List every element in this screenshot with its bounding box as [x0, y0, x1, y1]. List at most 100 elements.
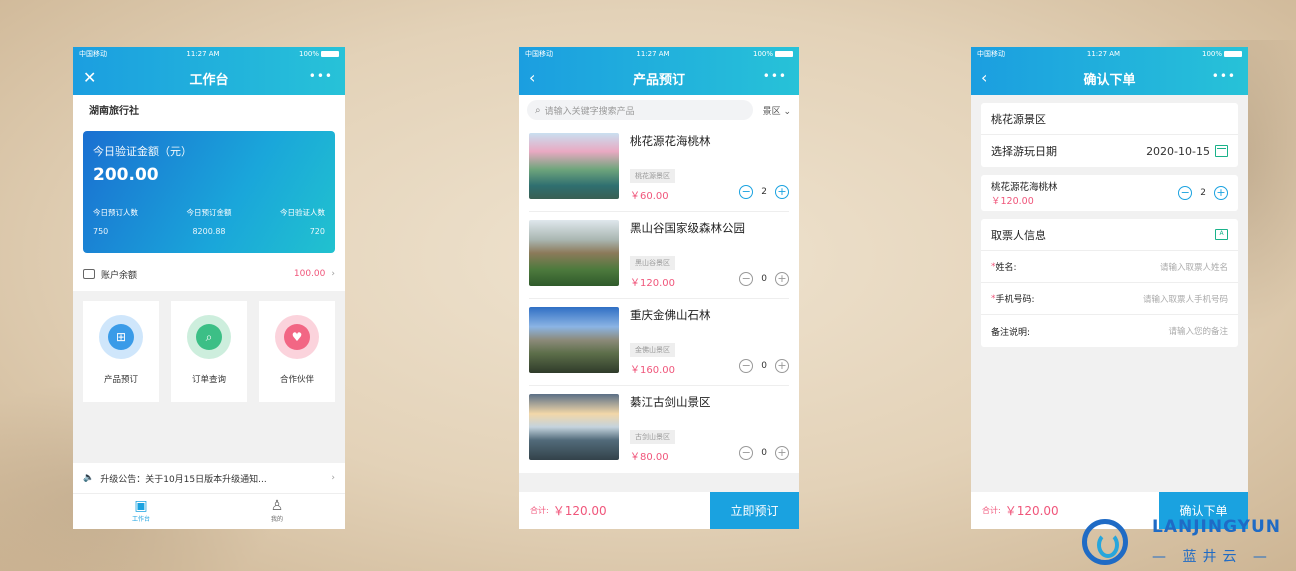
battery-label: 100% — [1201, 50, 1222, 58]
field-placeholder: 请输入取票人姓名 — [1159, 262, 1228, 273]
chevron-right-icon: › — [331, 269, 335, 279]
product-tag: 桃花源景区 — [630, 169, 675, 183]
battery-label: 100% — [298, 50, 319, 58]
ticket-name: 桃花源花海桃林 — [991, 182, 1058, 193]
product-tag: 古剑山景区 — [630, 430, 675, 444]
checkout-bar: 合计: ￥120.00 立即预订 — [519, 492, 799, 529]
product-booking-screen: 中国移动 11:27 AM 100% ‹ 产品预订 ••• ⌕ 请输入关键字搜索… — [519, 47, 799, 529]
stat-label: 今日预订金额 — [186, 208, 232, 217]
plus-button[interactable]: + — [775, 272, 789, 286]
time-label: 11:27 AM — [1086, 50, 1121, 58]
tile-partner[interactable]: ♥ 合作伙伴 — [259, 301, 335, 402]
product-name: 黑山谷国家级森林公园 — [630, 221, 745, 235]
minus-button[interactable]: − — [739, 272, 754, 286]
product-price: ￥160.00 — [630, 365, 675, 376]
product-price: ￥120.00 — [630, 278, 675, 289]
notice-bar[interactable]: 🔈 升级公告：关于10月15日版本升级通知... › — [73, 463, 345, 493]
stat-item: 今日验证人数 720 — [248, 207, 325, 236]
more-icon[interactable]: ••• — [763, 69, 787, 83]
contact-form: 取票人信息 A * 姓名: 请输入取票人姓名 * 手机号码: 请输入取票人手机号码 … — [981, 219, 1238, 347]
search-input[interactable]: ⌕ 请输入关键字搜索产品 — [527, 100, 753, 120]
scenic-name: 桃花源景区 — [981, 103, 1238, 135]
plus-button[interactable]: + — [1214, 186, 1228, 200]
product-price: ￥80.00 — [630, 452, 669, 463]
chevron-down-icon: ⌄ — [780, 106, 791, 117]
stats-card: 今日验证金额（元） 200.00 今日预订人数 750 今日预订金额 8200.… — [83, 131, 335, 253]
tab-workbench[interactable]: ▣ 工作台 — [73, 494, 209, 529]
partner-icon: ♥ — [275, 315, 319, 359]
stat-value: 750 — [93, 227, 109, 236]
quantity-value: 2 — [761, 187, 767, 197]
plus-button[interactable]: + — [775, 185, 789, 199]
more-icon[interactable]: ••• — [309, 69, 333, 83]
minus-button[interactable]: − — [739, 185, 754, 199]
field-label: 姓名: — [995, 263, 1017, 273]
brand-logo: LANJINGYUN — 蓝井云 — — [1076, 517, 1296, 571]
tile-label: 产品预订 — [103, 375, 138, 385]
page-title: 确认下单 — [1083, 72, 1136, 88]
tile-order-query[interactable]: ⌕ 订单查询 — [171, 301, 247, 402]
field-label: 备注说明: — [991, 327, 1031, 338]
back-icon[interactable]: ‹ — [981, 68, 987, 87]
product-image — [529, 133, 619, 199]
total-label: 合计: — [982, 506, 1001, 515]
wallet-icon — [83, 269, 95, 279]
date-label: 选择游玩日期 — [991, 145, 1057, 158]
plus-button[interactable]: + — [775, 446, 789, 460]
scenic-filter[interactable]: 景区 ⌄ — [763, 104, 791, 117]
tile-product-booking[interactable]: ⊞ 产品预订 — [83, 301, 159, 402]
carrier-label: 中国移动 — [79, 50, 107, 58]
balance-label: 账户余额 — [101, 270, 138, 281]
back-icon[interactable]: ‹ — [529, 68, 535, 87]
id-card-icon[interactable]: A — [1215, 229, 1228, 240]
stats-card-wrap: 今日验证金额（元） 200.00 今日预订人数 750 今日预订金额 8200.… — [73, 129, 345, 257]
battery-icon — [321, 51, 339, 57]
remark-field[interactable]: 备注说明: 请输入您的备注 — [981, 315, 1238, 347]
list-item[interactable]: 綦江古剑山景区 古剑山景区 ￥80.00 − 0 + — [529, 386, 789, 473]
total-label: 合计: — [530, 506, 549, 515]
tab-profile[interactable]: ♙ 我的 — [209, 494, 345, 529]
book-now-button[interactable]: 立即预订 — [710, 492, 799, 529]
profile-icon: ♙ — [270, 498, 284, 514]
quantity-stepper: − 0 + — [739, 446, 789, 460]
field-placeholder: 请输入取票人手机号码 — [1142, 294, 1228, 305]
logo-text-en: LANJINGYUN — [1152, 517, 1282, 537]
minus-button[interactable]: − — [739, 359, 754, 373]
scenic-label: 桃花源景区 — [991, 112, 1046, 126]
balance-row[interactable]: 账户余额 100.00 › — [73, 257, 345, 291]
quantity-stepper: − 0 + — [739, 359, 789, 373]
date-value: 2020-10-15 — [1146, 144, 1210, 158]
speaker-icon: 🔈 — [83, 473, 95, 483]
tab-label: 我的 — [270, 516, 283, 523]
function-tiles: ⊞ 产品预订 ⌕ 订单查询 ♥ 合作伙伴 — [73, 291, 345, 412]
order-query-icon: ⌕ — [187, 315, 231, 359]
chevron-right-icon: › — [331, 473, 335, 483]
logo-mark-icon — [1082, 519, 1128, 565]
date-picker-row[interactable]: 选择游玩日期 2020-10-15 — [981, 135, 1238, 167]
minus-button[interactable]: − — [739, 446, 754, 460]
contact-header: 取票人信息 A — [981, 219, 1238, 251]
list-item[interactable]: 重庆金佛山石林 金佛山景区 ￥160.00 − 0 + — [529, 299, 789, 386]
verify-amount-value: 200.00 — [93, 165, 159, 185]
calendar-icon[interactable] — [1215, 145, 1228, 157]
name-field[interactable]: * 姓名: 请输入取票人姓名 — [981, 251, 1238, 283]
quantity-stepper: − 0 + — [739, 272, 789, 286]
top-bar: 中国移动 11:27 AM 100% ‹ 确认下单 ••• — [971, 47, 1248, 95]
status-bar: 中国移动 11:27 AM 100% — [519, 47, 799, 61]
more-icon[interactable]: ••• — [1212, 69, 1236, 83]
list-item[interactable]: 桃花源花海桃林 桃花源景区 ￥60.00 − 2 + — [529, 125, 789, 212]
minus-button[interactable]: − — [1178, 186, 1193, 200]
product-image — [529, 394, 619, 460]
agency-name: 湖南旅行社 — [73, 95, 345, 129]
list-item[interactable]: 黑山谷国家级森林公园 黑山谷景区 ￥120.00 − 0 + — [529, 212, 789, 299]
top-bar: 中国移动 11:27 AM 100% ✕ 工作台 ••• — [73, 47, 345, 95]
phone-field[interactable]: * 手机号码: 请输入取票人手机号码 — [981, 283, 1238, 315]
quantity-stepper: − 2 + — [1178, 186, 1228, 200]
page-title: 产品预订 — [632, 72, 685, 88]
stat-value: 8200.88 — [192, 227, 226, 236]
field-label: 手机号码: — [995, 295, 1035, 305]
plus-button[interactable]: + — [775, 359, 789, 373]
quantity-stepper: − 2 + — [739, 185, 789, 199]
stat-value: 720 — [309, 227, 325, 236]
close-icon[interactable]: ✕ — [83, 68, 96, 87]
